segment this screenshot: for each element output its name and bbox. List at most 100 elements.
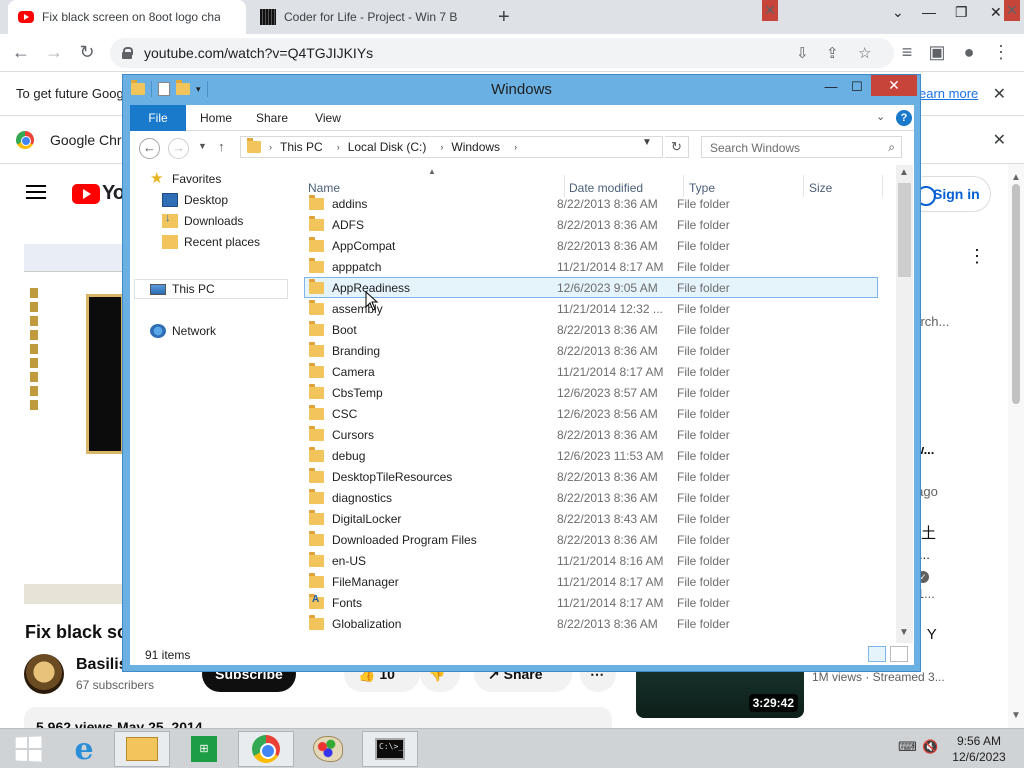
file-list-scrollbar[interactable]: ▲ ▼ — [896, 165, 913, 643]
back-icon[interactable]: ← — [139, 138, 160, 159]
file-row[interactable]: Branding 8/22/2013 8:36 AM File folder — [304, 340, 878, 361]
file-row[interactable]: AppReadiness 12/6/2023 9:05 AM File folder — [304, 277, 878, 298]
up-icon[interactable]: ↑ — [218, 139, 225, 154]
file-row[interactable]: debug 12/6/2023 11:53 AM File folder — [304, 445, 878, 466]
command-prompt-icon[interactable]: C:\>_ — [362, 731, 418, 767]
tab-youtube[interactable]: Fix black screen on 8oot logo cha ✕ — [8, 0, 778, 34]
close-tab-icon[interactable]: ✕ — [1004, 0, 1020, 21]
expand-ribbon-icon[interactable]: ⌄ — [876, 110, 885, 123]
refresh-icon[interactable]: ↻ — [665, 136, 689, 158]
file-row[interactable]: CSC 12/6/2023 8:56 AM File folder — [304, 403, 878, 424]
close-button[interactable]: ✕ — [871, 75, 917, 96]
minimize-button[interactable]: — — [922, 4, 936, 20]
menu-kebab-icon[interactable]: ⋮ — [990, 42, 1012, 63]
channel-name[interactable]: Basilis — [76, 656, 128, 674]
new-tab-button[interactable]: + — [498, 6, 510, 29]
forward-icon[interactable]: → — [43, 42, 65, 63]
file-row[interactable]: diagnostics 8/22/2013 8:36 AM File folder — [304, 487, 878, 508]
scroll-down-icon[interactable]: ▼ — [899, 627, 909, 638]
ribbon-tab-view[interactable]: View — [302, 105, 354, 131]
minimize-button[interactable]: — — [817, 77, 845, 97]
divider[interactable] — [882, 175, 883, 197]
nav-this-pc[interactable]: This PC — [150, 279, 215, 299]
breadcrumb-windows[interactable]: Windows — [451, 140, 500, 154]
page-scrollbar[interactable]: ▲ ▼ — [1008, 164, 1024, 728]
media-control-icon[interactable]: ≡ — [896, 42, 918, 63]
file-row[interactable]: assembly 11/21/2014 12:32 ... File folder — [304, 298, 878, 319]
forward-icon[interactable]: → — [168, 138, 189, 159]
install-icon[interactable]: ⇩ — [796, 44, 809, 62]
clock[interactable]: 9:56 AM 12/6/2023 — [952, 733, 1006, 765]
maximize-button[interactable]: ☐ — [843, 77, 871, 97]
explorer-title-bar[interactable]: ▾ Windows — ☐ ✕ — [123, 75, 920, 105]
search-input[interactable]: Search Windows ⌕ — [701, 136, 902, 158]
reload-icon[interactable]: ↻ — [76, 42, 98, 63]
chevron-right-icon[interactable]: › — [269, 142, 272, 152]
file-row[interactable]: FileManager 11/21/2014 8:17 AM File folder — [304, 571, 878, 592]
ribbon-tab-share[interactable]: Share — [246, 105, 298, 131]
file-row[interactable]: Globalization 8/22/2013 8:36 AM File folde… — [304, 613, 878, 634]
breadcrumb-local-disk[interactable]: Local Disk (C:) — [348, 140, 427, 154]
close-tab-icon[interactable]: ✕ — [762, 0, 778, 21]
file-row[interactable]: en-US 11/21/2014 8:16 AM File folder — [304, 550, 878, 571]
file-row[interactable]: AppCompat 8/22/2013 8:36 AM File folder — [304, 235, 878, 256]
file-row[interactable]: ADFS 8/22/2013 8:36 AM File folder — [304, 214, 878, 235]
scroll-up-icon[interactable]: ▲ — [899, 167, 909, 178]
profile-icon[interactable]: ● — [958, 42, 980, 63]
nav-network[interactable]: Network — [150, 321, 216, 341]
paint-icon[interactable] — [300, 731, 356, 767]
address-bar[interactable]: › This PC › Local Disk (C:) › Windows › — [240, 136, 663, 158]
internet-explorer-icon[interactable]: e — [56, 731, 112, 767]
tab-coder-for-life[interactable]: Coder for Life - Project - Win 7 B ✕ — [250, 0, 1020, 34]
nav-desktop[interactable]: Desktop — [162, 190, 228, 210]
tab-search-chevron-icon[interactable]: ⌄ — [892, 4, 904, 21]
recent-locations-icon[interactable]: ▼ — [198, 141, 207, 151]
scroll-thumb[interactable] — [898, 183, 911, 277]
address-bar[interactable]: youtube.com/watch?v=Q4TGJIJKIYs ⇩ ⇪ ☆ — [110, 38, 894, 68]
start-button[interactable] — [0, 731, 56, 767]
scroll-thumb[interactable] — [1012, 184, 1020, 404]
file-row[interactable]: Boot 8/22/2013 8:36 AM File folder — [304, 319, 878, 340]
chrome-taskbar-icon[interactable] — [238, 731, 294, 767]
details-view-icon[interactable] — [868, 646, 886, 662]
help-icon[interactable]: ? — [896, 110, 912, 126]
file-explorer-taskbar-icon[interactable] — [114, 731, 170, 767]
share-icon[interactable]: ⇪ — [826, 44, 839, 62]
hamburger-menu-icon[interactable] — [26, 185, 46, 199]
back-icon[interactable]: ← — [10, 42, 32, 63]
file-row[interactable]: CbsTemp 12/6/2023 8:57 AM File folder — [304, 382, 878, 403]
file-row[interactable]: addins 8/22/2013 8:36 AM File folder — [304, 193, 878, 214]
channel-avatar[interactable] — [24, 654, 64, 694]
youtube-logo[interactable]: Yo — [72, 182, 125, 205]
breadcrumb-this-pc[interactable]: This PC — [280, 140, 323, 154]
close-infobar-icon[interactable]: ✕ — [993, 84, 1006, 104]
volume-muted-icon[interactable]: 🔇 — [922, 739, 938, 755]
store-icon[interactable]: ⊞ — [176, 731, 232, 767]
address-dropdown-icon[interactable]: ▼ — [642, 137, 652, 148]
file-row[interactable]: Downloaded Program Files 8/22/2013 8:36 A… — [304, 529, 878, 550]
chevron-right-icon[interactable]: › — [514, 142, 517, 152]
file-row[interactable]: DesktopTileResources 8/22/2013 8:36 AM Fil… — [304, 466, 878, 487]
scroll-up-icon[interactable]: ▲ — [1011, 172, 1021, 183]
file-row[interactable]: DigitalLocker 8/22/2013 8:43 AM File folde… — [304, 508, 878, 529]
chevron-right-icon[interactable]: › — [440, 142, 443, 152]
nav-downloads[interactable]: Downloads — [162, 211, 243, 231]
network-tray-icon[interactable]: ⌨ — [898, 739, 917, 755]
scroll-down-icon[interactable]: ▼ — [1011, 710, 1021, 721]
file-row[interactable]: Fonts 11/21/2014 8:17 AM File folder — [304, 592, 878, 613]
file-row[interactable]: Cursors 8/22/2013 8:36 AM File folder — [304, 424, 878, 445]
nav-recent-places[interactable]: Recent places — [162, 232, 260, 252]
more-options-icon[interactable]: ⋮ — [968, 246, 986, 267]
video-player[interactable] — [24, 244, 124, 604]
side-panel-icon[interactable]: ▣ — [926, 42, 948, 63]
ribbon-tab-home[interactable]: Home — [190, 105, 242, 131]
close-window-button[interactable]: ✕ — [990, 4, 1002, 21]
nav-favorites[interactable]: ★ Favorites — [150, 169, 221, 189]
learn-more-link[interactable]: earn more — [919, 86, 978, 101]
close-infobar-icon[interactable]: ✕ — [993, 130, 1006, 150]
file-row[interactable]: Camera 11/21/2014 8:17 AM File folder — [304, 361, 878, 382]
large-icons-view-icon[interactable] — [890, 646, 908, 662]
chevron-right-icon[interactable]: › — [337, 142, 340, 152]
ribbon-tab-file[interactable]: File — [130, 105, 186, 131]
file-row[interactable]: apppatch 11/21/2014 8:17 AM File folder — [304, 256, 878, 277]
